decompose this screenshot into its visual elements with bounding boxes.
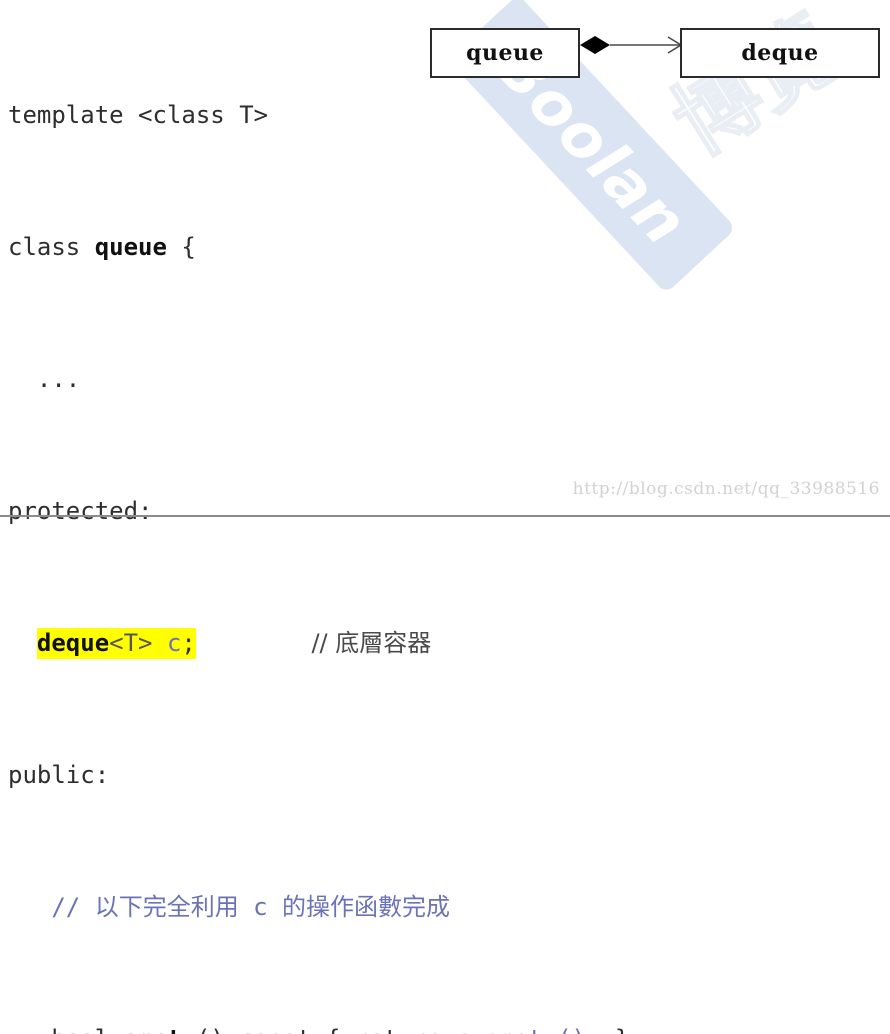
code-line-1: template <class T> [8,99,774,132]
source-url-watermark: http://blog.csdn.net/qq_33988516 [572,479,880,499]
code-line-3: ... [8,363,774,396]
method-signature: () const { return [196,1025,456,1034]
highlighted-member-declaration: deque<T> c; [36,628,196,659]
code-line-6: public: [8,759,774,792]
code-line-2: class queue { [8,231,774,264]
class-name-queue: queue [94,233,167,261]
type-deque: deque [36,629,110,657]
member-call-c-empty: c.empty() [456,1025,586,1034]
uml-class-label-queue: queue [466,40,544,66]
return-type-bool: bool [8,1025,124,1034]
access-specifier-public: public: [8,761,110,789]
ellipsis: ... [8,365,81,393]
semicolon: ; [181,629,196,657]
member-variable-c: c [166,629,182,657]
template-parameter-list: <class T> [138,101,269,129]
type-parameter: <T> [109,629,167,657]
code-line-7: // 以下完全利用 c 的操作函數完成 [8,891,774,924]
uml-class-label-deque: deque [741,40,819,66]
comment-underlying-container: // 底層容器 [311,629,432,657]
source-code-listing: template <class T> class queue { ... pro… [8,0,774,1034]
comment-operations-note: // 以下完全利用 c 的操作函數完成 [51,893,451,921]
uml-class-box-queue: queue [430,28,580,78]
keyword-class: class [8,233,95,261]
access-specifier-protected: protected: [8,497,153,525]
method-name-empty: empty [124,1025,196,1034]
code-line-8: bool empty() const { return c.empty(); } [8,1023,774,1034]
uml-class-box-deque: deque [680,28,880,78]
filled-diamond-icon [580,36,610,54]
code-line-5: deque<T> c; // 底層容器 [8,627,774,660]
keyword-template: template [8,101,139,129]
open-brace: { [166,233,196,261]
uml-composition-connector [580,36,683,54]
code-line-4: protected: [8,495,774,528]
statement-end: ; } [586,1025,629,1034]
